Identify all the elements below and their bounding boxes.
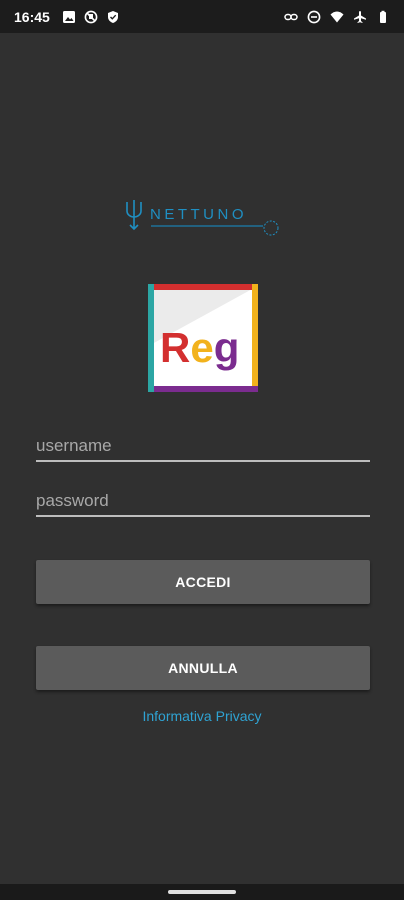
cancel-button[interactable]: ANNULLA: [36, 646, 370, 690]
status-bar-right: [284, 10, 390, 24]
trident-icon: [126, 200, 142, 231]
no-sim-icon: [84, 10, 98, 23]
password-input[interactable]: [36, 491, 370, 511]
login-button[interactable]: ACCEDI: [36, 560, 370, 604]
status-time: 16:45: [14, 8, 50, 25]
image-icon: [62, 10, 75, 23]
nettuno-logo-text: NETTUNO: [150, 206, 247, 223]
link-icon: [284, 13, 298, 20]
navigation-bar: [0, 884, 404, 900]
wifi-icon: [330, 11, 344, 22]
shield-icon: [107, 10, 118, 23]
privacy-link[interactable]: Informativa Privacy: [0, 708, 404, 724]
status-bar: 16:45: [0, 0, 404, 33]
username-input[interactable]: [36, 436, 370, 456]
airplane-icon: [354, 10, 366, 23]
reg-icon-text: Reg: [160, 324, 239, 371]
home-handle[interactable]: [168, 890, 236, 894]
username-field[interactable]: [36, 428, 370, 462]
reg-app-icon: Reg: [148, 284, 258, 392]
nettuno-logo: NETTUNO: [126, 200, 279, 236]
password-field[interactable]: [36, 483, 370, 517]
dnd-icon: [307, 10, 321, 23]
battery-icon: [380, 10, 386, 23]
status-bar-left: 16:45: [14, 9, 120, 25]
